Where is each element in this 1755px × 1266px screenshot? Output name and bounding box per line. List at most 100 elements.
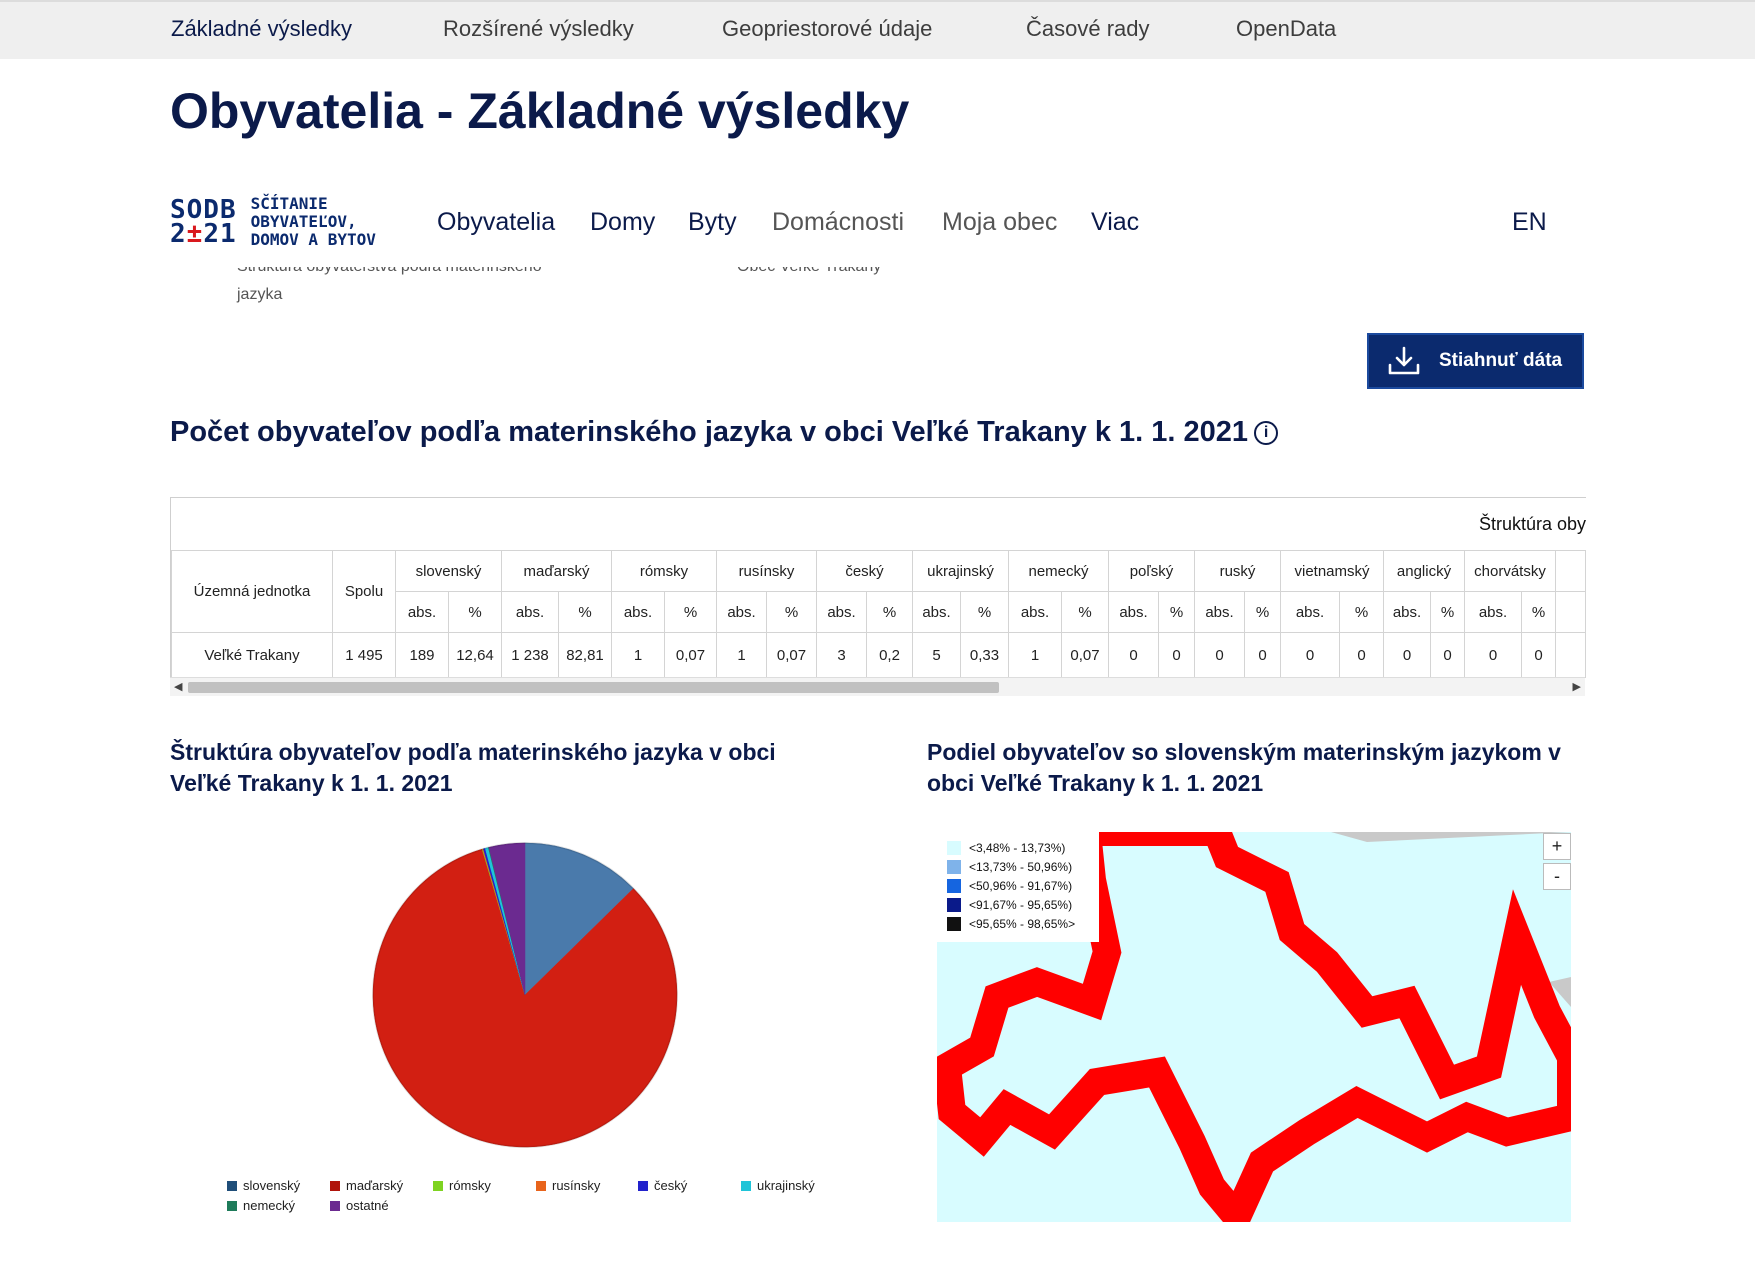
legend-item[interactable]: slovenský [227, 1178, 300, 1193]
legend-item[interactable]: ukrajinský [741, 1178, 815, 1193]
zoom-out-button[interactable]: - [1543, 863, 1571, 890]
table-cell-clipped [1555, 632, 1586, 678]
th-lang: poľský [1108, 550, 1195, 592]
scroll-left-arrow-icon[interactable]: ◀ [174, 680, 182, 693]
table-cell: 0 [1339, 632, 1384, 678]
breadcrumb-topic-cont[interactable]: jazyka [237, 286, 282, 304]
topnav-geopriestorove[interactable]: Geopriestorové údaje [722, 16, 932, 42]
th-pct: % [766, 591, 817, 633]
table-cell: 12,64 [448, 632, 502, 678]
pie-chart [372, 842, 678, 1148]
zoom-in-button[interactable]: + [1543, 833, 1571, 860]
scroll-right-arrow-icon[interactable]: ▶ [1573, 680, 1581, 693]
cell-total: 1 495 [332, 632, 396, 678]
th-pct: % [448, 591, 502, 633]
nav-byty[interactable]: Byty [688, 208, 737, 237]
map-legend-item: <91,67% - 95,65%) [937, 895, 1099, 914]
th-lang-clipped [1555, 550, 1586, 592]
download-data-button[interactable]: Stiahnuť dáta [1367, 333, 1584, 389]
th-pct: % [1430, 591, 1465, 633]
th-abs: abs. [1194, 591, 1245, 633]
legend-swatch [330, 1181, 340, 1191]
topnav-casove-rady[interactable]: Časové rady [1026, 16, 1150, 42]
table-cell: 0 [1194, 632, 1245, 678]
nav-viac[interactable]: Viac [1091, 208, 1139, 237]
table-row: Veľké Trakany 1 495 189 12,64 1 238 82,8… [171, 632, 1586, 678]
th-lang: rómsky [611, 550, 717, 592]
legend-label: rusínsky [552, 1178, 601, 1193]
logo-digit: 2 [170, 219, 187, 249]
table-cell: 0,07 [664, 632, 717, 678]
language-switch[interactable]: EN [1512, 208, 1547, 237]
table-horizontal-scrollbar[interactable]: ◀ ▶ [170, 677, 1585, 696]
section-title: Počet obyvateľov podľa materinského jazy… [170, 416, 1279, 449]
th-abs: abs. [611, 591, 665, 633]
table-cell: 0 [1158, 632, 1195, 678]
legend-item[interactable]: rusínsky [536, 1178, 600, 1193]
section-title-text: Počet obyvateľov podľa materinského jazy… [170, 416, 1249, 448]
table-cell: 189 [395, 632, 449, 678]
nav-domacnosti[interactable]: Domácnosti [772, 208, 904, 237]
logo-text-1: SČÍTANIE [250, 194, 328, 213]
nav-obyvatelia[interactable]: Obyvatelia [437, 208, 555, 237]
legend-item[interactable]: rómsky [433, 1178, 491, 1193]
map-legend-label: <50,96% - 91,67%) [969, 878, 1073, 893]
nav-moja-obec[interactable]: Moja obec [942, 208, 1057, 237]
table-cell: 5 [912, 632, 961, 678]
sodb-logo[interactable]: SODB 2±21 SČÍTANIE OBYVATEĽOV, DOMOV A B… [170, 195, 376, 249]
map-legend-swatch [947, 916, 961, 931]
legend-swatch [227, 1201, 237, 1211]
table-cell: 0 [1244, 632, 1281, 678]
th-abs: abs. [716, 591, 767, 633]
legend-label: nemecký [243, 1198, 296, 1213]
legend-label: ukrajinský [757, 1178, 815, 1193]
table-cell: 0,07 [766, 632, 817, 678]
th-lang: maďarský [501, 550, 612, 592]
download-icon [1388, 346, 1420, 375]
topnav-zakladne[interactable]: Základné výsledky [171, 16, 352, 42]
map-legend-item: <3,48% - 13,73%) [937, 838, 1099, 857]
th-lang: rusínsky [716, 550, 817, 592]
topnav-opendata[interactable]: OpenData [1236, 16, 1336, 42]
logo-plusminus: ± [186, 219, 204, 249]
legend-item[interactable]: český [638, 1178, 687, 1193]
legend-item[interactable]: ostatné [330, 1198, 389, 1213]
legend-label: český [654, 1178, 688, 1193]
map-legend-label: <3,48% - 13,73%) [969, 840, 1066, 855]
breadcrumb-topic[interactable]: Štruktúra obyvateľstva podľa materinskéh… [237, 267, 542, 276]
topnav-rozsirene[interactable]: Rozšírené výsledky [443, 16, 634, 42]
table-cell: 0,07 [1061, 632, 1109, 678]
table-cell: 0 [1108, 632, 1159, 678]
th-lang: ruský [1194, 550, 1281, 592]
table-cell: 0 [1280, 632, 1340, 678]
breadcrumb-municipality[interactable]: Obec Veľké Trakany [737, 267, 881, 276]
table-cell: 0 [1430, 632, 1465, 678]
page-title: Obyvatelia - Základné výsledky [170, 83, 910, 139]
nav-domy[interactable]: Domy [590, 208, 655, 237]
th-pct: % [664, 591, 717, 633]
legend-swatch [741, 1181, 751, 1191]
legend-item[interactable]: maďarský [330, 1178, 403, 1193]
th-pct: % [1061, 591, 1109, 633]
logo-line2: 2±21 [170, 219, 237, 249]
legend-label: slovenský [243, 1178, 301, 1193]
th-lang: vietnamský [1280, 550, 1384, 592]
th-total: Spolu [332, 550, 396, 633]
map-legend-item: <13,73% - 50,96%) [937, 857, 1099, 876]
scrollbar-thumb[interactable] [188, 682, 999, 693]
map-legend-item: <50,96% - 91,67%) [937, 876, 1099, 895]
th-lang: nemecký [1008, 550, 1109, 592]
legend-swatch [433, 1181, 443, 1191]
table-cell: 0 [1521, 632, 1556, 678]
map-legend-swatch [947, 859, 961, 874]
th-abs: abs. [912, 591, 961, 633]
pie-chart-title: Štruktúra obyvateľov podľa materinského … [170, 739, 776, 796]
info-icon[interactable]: i [1254, 421, 1279, 446]
map-legend-swatch [947, 897, 961, 912]
th-pct: % [866, 591, 913, 633]
th-lang: ukrajinský [912, 550, 1009, 592]
legend-item[interactable]: nemecký [227, 1198, 295, 1213]
th-lang: slovenský [395, 550, 502, 592]
th-pct: % [1521, 591, 1556, 633]
th-pct: % [1158, 591, 1195, 633]
